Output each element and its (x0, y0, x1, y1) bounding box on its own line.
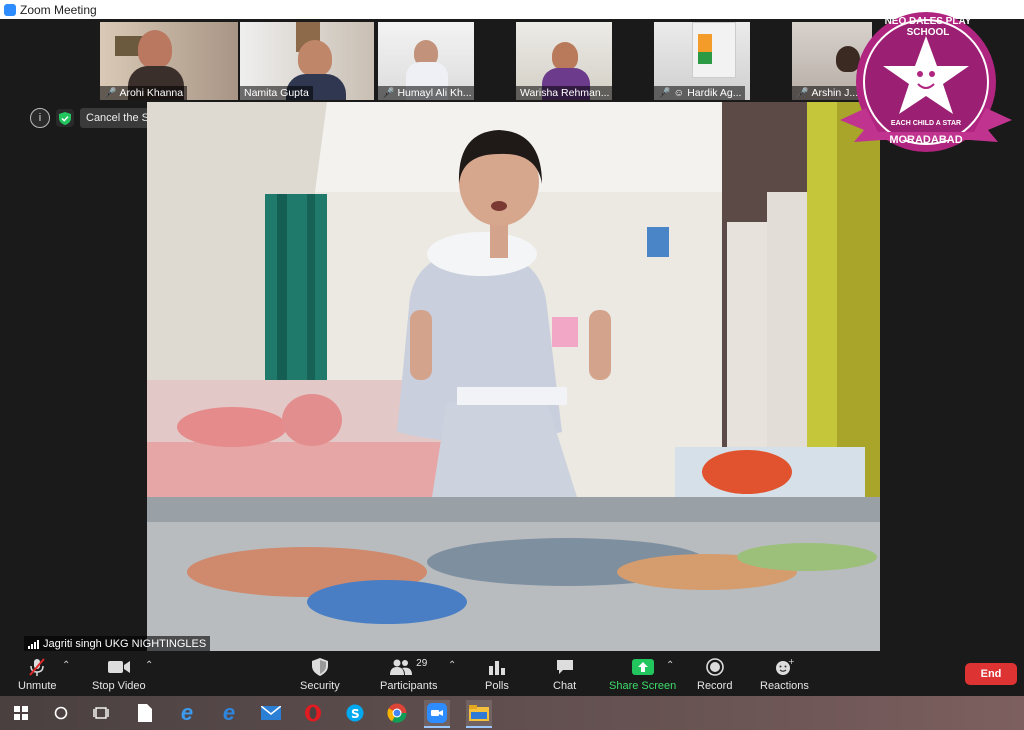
stop-video-button[interactable]: Stop Video (92, 657, 146, 692)
participant-thumb[interactable]: Namita Gupta (240, 22, 374, 100)
participant-thumb[interactable]: 🎤 ☺ Hardik Ag... (654, 22, 750, 100)
mail-icon[interactable] (258, 700, 284, 726)
share-screen-arrow-icon (631, 657, 654, 677)
participant-thumb[interactable]: 🎤 Arohi Khanna (100, 22, 238, 100)
reactions-smiley-icon: + (774, 657, 794, 677)
svg-text:S: S (351, 707, 360, 721)
participant-thumb[interactable]: Warisha Rehman... (516, 22, 612, 100)
participant-name: Namita Gupta (244, 87, 309, 99)
connection-signal-icon (28, 639, 39, 649)
share-screen-label: Share Screen (609, 680, 677, 692)
polls-label: Polls (485, 680, 509, 692)
edge-icon[interactable]: e (174, 700, 200, 726)
unmute-button[interactable]: Unmute (18, 657, 57, 692)
school-logo: NEO DALES PLAY SCHOOL EACH CHILD A STAR … (838, 8, 1018, 168)
chat-bubble-icon (556, 657, 574, 677)
record-button[interactable]: Record (697, 657, 732, 692)
muted-mic-icon: 🎤 (796, 87, 809, 99)
task-view-icon[interactable] (88, 700, 114, 726)
logo-bottom-text: MORADABAD (889, 134, 963, 146)
file-explorer-icon[interactable] (466, 700, 492, 728)
zoom-icon[interactable] (424, 700, 450, 728)
participants-label: Participants (380, 680, 438, 692)
spotlight-video (147, 102, 880, 651)
chrome-icon[interactable] (384, 700, 410, 726)
audio-options-caret[interactable]: ⌃ (62, 660, 70, 671)
participants-options-caret[interactable]: ⌃ (448, 660, 456, 671)
security-shield-icon (311, 657, 328, 677)
encryption-shield-icon[interactable] (56, 109, 74, 127)
end-meeting-button[interactable]: End (965, 663, 1017, 685)
polls-button[interactable]: Polls (485, 657, 509, 692)
video-options-caret[interactable]: ⌃ (145, 660, 153, 671)
video-camera-icon (107, 657, 130, 677)
share-options-caret[interactable]: ⌃ (666, 660, 674, 671)
participant-name: Humayl Ali Kh... (397, 87, 472, 99)
participant-name: Arohi Khanna (119, 87, 184, 99)
active-speaker-label: Jagriti singh UKG NIGHTINGLES (24, 636, 211, 652)
participants-button[interactable]: 29 Participants (380, 657, 438, 693)
participant-name: Warisha Rehman... (520, 87, 610, 99)
svg-text:+: + (788, 658, 794, 666)
video-frame (147, 102, 880, 651)
muted-mic-icon: 🎤 (658, 87, 671, 99)
record-icon (705, 657, 724, 677)
file-icon[interactable] (132, 700, 158, 726)
reactions-label: Reactions (760, 680, 809, 692)
record-label: Record (697, 680, 733, 692)
skype-icon[interactable]: S (342, 700, 368, 726)
smiley-icon: ☺ (673, 87, 685, 99)
active-speaker-name: Jagriti singh UKG NIGHTINGLES (43, 638, 207, 650)
zoom-app-icon (4, 3, 16, 16)
logo-ribbon-text: EACH CHILD A STAR (890, 120, 962, 127)
stop-video-label: Stop Video (92, 680, 146, 692)
windows-taskbar: e e S (0, 696, 1024, 730)
logo-top-text: NEO DALES PLAY SCHOOL (884, 16, 972, 38)
chat-label: Chat (553, 680, 577, 692)
polls-bar-chart-icon (488, 657, 506, 677)
security-button[interactable]: Security (300, 657, 340, 692)
participant-name: Hardik Ag... (687, 87, 742, 99)
chat-button[interactable]: Chat (553, 657, 576, 692)
participants-count: 29 (416, 657, 428, 669)
meeting-toolbar: Unmute ⌃ Stop Video ⌃ Security 29 Partic… (0, 651, 1024, 696)
ie-icon[interactable]: e (216, 700, 242, 726)
muted-mic-icon: 🎤 (104, 87, 117, 99)
opera-icon[interactable] (300, 700, 326, 726)
muted-mic-icon: 🎤 (382, 87, 395, 99)
security-label: Security (300, 680, 340, 692)
windows-start-icon[interactable] (8, 700, 34, 726)
cortana-icon[interactable] (48, 700, 74, 726)
participant-thumb[interactable]: 🎤 Humayl Ali Kh... (378, 22, 474, 100)
reactions-button[interactable]: + Reactions (760, 657, 809, 692)
unmute-label: Unmute (18, 680, 57, 692)
muted-microphone-icon (27, 657, 47, 677)
info-icon[interactable]: i (30, 108, 50, 128)
window-title: Zoom Meeting (20, 2, 97, 17)
participants-icon (390, 659, 413, 675)
